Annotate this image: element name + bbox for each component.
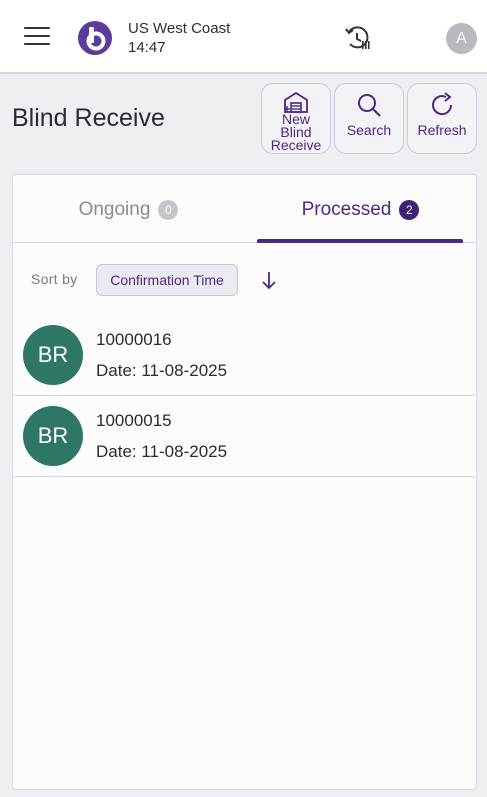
receive-date: Date: 11-08-2025	[96, 442, 228, 461]
refresh-icon	[432, 92, 453, 116]
search-button[interactable]: Search	[334, 83, 404, 154]
active-tab-indicator	[257, 239, 463, 243]
processed-count-badge: 2	[399, 200, 420, 220]
new-blind-receive-label: New Blind Receive	[270, 111, 322, 153]
receive-date: Date: 11-08-2025	[96, 361, 228, 380]
search-icon	[358, 94, 381, 117]
avatar: BR	[23, 406, 83, 466]
top-bar: US West Coast 14:47 A	[0, 0, 487, 74]
page-title: Blind Receive	[12, 104, 165, 132]
list-item[interactable]: BR 10000016 Date: 11-08-2025	[13, 315, 476, 396]
current-time: 14:47	[128, 39, 166, 56]
sort-field-chip[interactable]: Confirmation Time	[96, 264, 238, 296]
receive-list-panel: Ongoing 0 Processed 2 Sort by Confirmation…	[12, 174, 477, 790]
avatar: BR	[23, 325, 83, 385]
history-icon[interactable]	[344, 24, 374, 54]
tab-ongoing[interactable]: Ongoing 0	[13, 175, 244, 243]
location-info: US West Coast 14:47	[128, 19, 230, 57]
refresh-button[interactable]: Refresh	[407, 83, 477, 154]
tab-processed-label: Processed	[301, 199, 392, 220]
receive-number: 10000015	[96, 411, 172, 430]
location-name: US West Coast	[128, 20, 231, 37]
user-avatar[interactable]: A	[446, 23, 477, 54]
hamburger-menu-icon[interactable]	[24, 27, 50, 49]
list-item[interactable]: BR 10000015 Date: 11-08-2025	[13, 396, 476, 477]
new-blind-receive-button[interactable]: New Blind Receive	[261, 83, 331, 154]
tab-ongoing-label: Ongoing	[78, 199, 151, 220]
tab-bar: Ongoing 0 Processed 2	[13, 175, 476, 243]
refresh-label: Refresh	[417, 122, 467, 138]
ongoing-count-badge: 0	[158, 200, 179, 220]
sort-by-label: Sort by	[31, 271, 78, 287]
brand-logo	[78, 21, 112, 55]
receive-list: BR 10000016 Date: 11-08-2025 BR 10000015…	[13, 315, 476, 477]
receive-number: 10000016	[96, 330, 172, 349]
tab-processed[interactable]: Processed 2	[245, 175, 476, 243]
search-label: Search	[346, 122, 392, 138]
arrow-down-icon[interactable]	[260, 269, 278, 291]
